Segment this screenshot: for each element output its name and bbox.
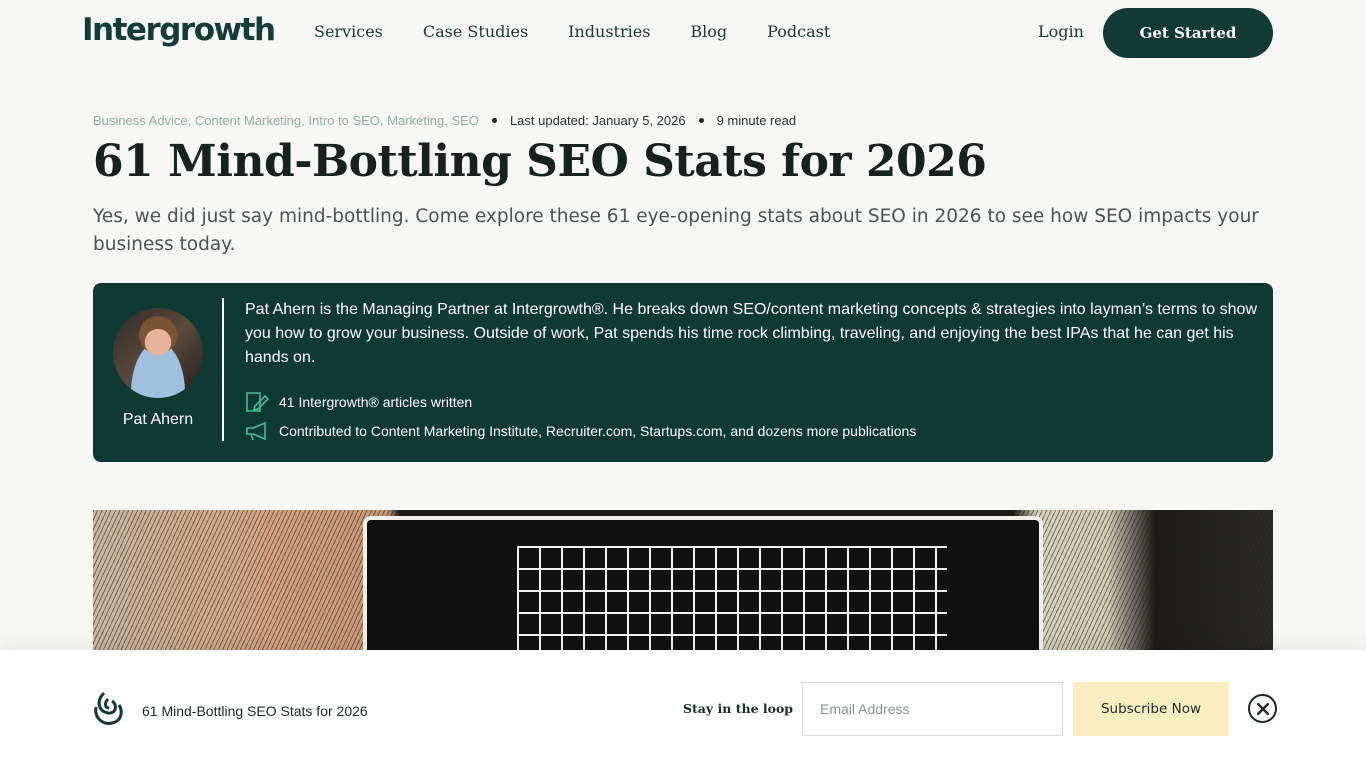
article-meta: Business Advice, Content Marketing, Intr… (93, 113, 796, 128)
author-bio: Pat Ahern is the Managing Partner at Int… (245, 301, 1257, 366)
divider (222, 298, 224, 441)
author-card: Pat Ahern Pat Ahern is the Managing Part… (93, 283, 1273, 462)
page-title: 61 Mind-Bottling SEO Stats for 2026 (93, 136, 987, 187)
close-button[interactable] (1248, 694, 1277, 723)
nav-case-studies[interactable]: Case Studies (423, 22, 528, 41)
separator-dot (491, 118, 497, 123)
pencil-note-icon (246, 392, 270, 412)
megaphone-icon (246, 421, 266, 441)
close-icon (1256, 702, 1269, 715)
keyboard-illustration (517, 546, 947, 650)
sticky-article-title: 61 Mind-Bottling SEO Stats for 2026 (142, 703, 368, 719)
sticky-subscribe-bar: 61 Mind-Bottling SEO Stats for 2026 Stay… (0, 650, 1366, 768)
get-started-button[interactable]: Get Started (1103, 8, 1273, 58)
login-link[interactable]: Login (1038, 22, 1084, 41)
nav-industries[interactable]: Industries (568, 22, 650, 41)
nav-services[interactable]: Services (314, 22, 383, 41)
category-list: Business Advice, Content Marketing, Intr… (93, 113, 479, 128)
intergrowth-swirl-icon[interactable] (92, 691, 124, 727)
laptop-illustration (363, 516, 1043, 650)
category-link[interactable]: Marketing (387, 113, 444, 128)
last-updated: Last updated: January 5, 2026 (509, 113, 686, 128)
subscribe-button[interactable]: Subscribe Now (1073, 682, 1229, 736)
category-link[interactable]: Business Advice (93, 113, 188, 128)
newsletter-label: Stay in the loop (683, 701, 794, 716)
read-time: 9 minute read (716, 113, 797, 128)
articles-count-text: 41 Intergrowth® articles written (279, 394, 473, 410)
avatar[interactable] (113, 308, 203, 398)
contributed-text: Contributed to Content Marketing Institu… (279, 423, 917, 439)
category-link[interactable]: SEO (451, 113, 478, 128)
hero-image (93, 510, 1273, 650)
site-header: Intergrowth Services Case Studies Indust… (0, 0, 1366, 66)
articles-written: 41 Intergrowth® articles written (245, 391, 472, 413)
site-logo[interactable]: Intergrowth (82, 12, 276, 48)
category-link[interactable]: Intro to SEO (308, 113, 380, 128)
nav-podcast[interactable]: Podcast (767, 22, 830, 41)
contributed-to: Contributed to Content Marketing Institu… (245, 421, 916, 441)
main-nav: Services Case Studies Industries Blog Po… (314, 22, 870, 41)
article-subtitle: Yes, we did just say mind-bottling. Come… (93, 206, 1259, 255)
nav-blog[interactable]: Blog (690, 22, 727, 41)
separator-dot (698, 118, 704, 123)
email-field[interactable] (802, 682, 1063, 736)
category-link[interactable]: Content Marketing (195, 113, 301, 128)
author-name[interactable]: Pat Ahern (93, 411, 223, 429)
